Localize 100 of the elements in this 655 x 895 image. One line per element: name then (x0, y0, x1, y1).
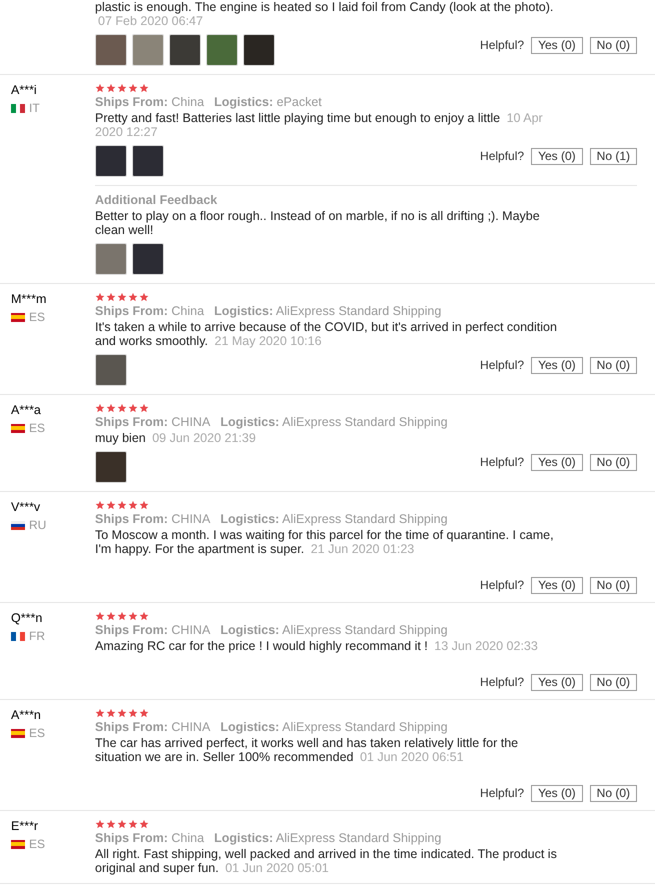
no-vote-button[interactable]: No (0) (590, 454, 637, 470)
star-icon (139, 292, 149, 302)
photo-placeholder[interactable] (95, 34, 127, 66)
photo-placeholder[interactable] (132, 145, 164, 177)
ships-from-text: Ships From: CHINA (95, 511, 210, 528)
star-icon (128, 611, 138, 621)
photo-placeholder[interactable] (169, 34, 201, 66)
star-icon (117, 819, 127, 829)
ships-from-text: Ships From: CHINA (95, 719, 210, 736)
star-icon (106, 500, 116, 510)
no-vote-button[interactable]: No (0) (590, 356, 637, 374)
star-icon (117, 611, 127, 621)
no-vote-button[interactable]: No (1) (590, 148, 637, 164)
reviewer-name: E***r (11, 818, 40, 834)
country-code: ES (29, 725, 46, 742)
star-icon (117, 708, 127, 718)
star-icon (95, 292, 105, 302)
logistics-text: Logistics: AliExpress Standard Shipping (220, 719, 448, 736)
flag-icon (11, 104, 25, 112)
no-vote-button[interactable]: No (0) (590, 36, 637, 54)
star-icon (128, 403, 138, 413)
reviewer-name: V***v (11, 499, 42, 515)
no-vote-button[interactable]: No (0) (590, 674, 637, 690)
ships-from-text: Ships From: China (95, 94, 204, 111)
helpful-label: Helpful? (480, 577, 524, 594)
star-icon (106, 708, 116, 718)
review-text: To Moscow a month. I was waiting for this parcel for the time of quarantine. I came, I'm happy. For the apartment is super. 21 Jun 2020 01:23 (95, 528, 555, 556)
star-icon (106, 611, 116, 621)
star-icon (139, 83, 149, 93)
flag-icon (11, 520, 25, 530)
star-icon (106, 819, 116, 829)
star-icon (106, 292, 116, 302)
logistics-text: Logistics: AliExpress Standard Shipping (220, 622, 448, 639)
review-text: The car has arrived perfect, it works well and has taken relatively little for the situation we are in. Seller 100% recommended 01 Jun 2020 06:51 (95, 736, 520, 764)
review-text: muy bien 09 Jun 2020 21:39 (95, 431, 257, 445)
country-code: FR (29, 628, 45, 645)
no-vote-button[interactable]: No (0) (590, 576, 637, 594)
country-code: ES (29, 836, 46, 853)
reviewer-name: A***i (11, 82, 38, 98)
logistics-text: Logistics: ePacket (214, 94, 322, 111)
review-text: Amazing RC car for the price ! I would highly recommand it ! 13 Jun 2020 02:33 (95, 639, 539, 653)
review-text: Pretty and fast! Batteries last little playing time but enough to enjoy a little 10 Apr 2020 12:27 (95, 111, 544, 139)
yes-vote-button[interactable]: Yes (0) (531, 674, 583, 690)
ships-from-text: Ships From: China (95, 830, 204, 847)
photo-placeholder[interactable] (95, 354, 127, 386)
review-text: plastic is enough. The engine is heated so I laid foil from Candy (look at the photo). 07 Feb 2020 06:47 (95, 0, 554, 28)
reviewer-name: A***n (11, 707, 42, 723)
additional-feedback-title: Additional Feedback (95, 192, 218, 209)
helpful-label: Helpful? (480, 674, 524, 691)
ships-from-text: Ships From: China (95, 303, 204, 320)
star-icon (95, 819, 105, 829)
logistics-text: Logistics: AliExpress Standard Shipping (214, 830, 442, 847)
photo-placeholder[interactable] (132, 243, 164, 275)
star-icon (95, 500, 105, 510)
photo-placeholder[interactable] (243, 34, 275, 66)
star-icon (117, 292, 127, 302)
review-text: All right. Fast shipping, well packed and arrived in the time indicated. The product is original and super fun. 01 Jun 2020 05:01 (95, 847, 558, 875)
helpful-label: Helpful? (480, 454, 524, 471)
reviewer-name: Q***n (11, 610, 44, 626)
star-icon (128, 819, 138, 829)
helpful-label: Helpful? (480, 148, 524, 165)
star-icon (139, 403, 149, 413)
helpful-label: Helpful? (480, 357, 524, 374)
star-icon (106, 403, 116, 413)
flag-icon (11, 312, 25, 322)
star-icon (128, 292, 138, 302)
flag-icon (11, 840, 25, 848)
no-vote-button[interactable]: No (0) (590, 784, 637, 802)
yes-vote-button[interactable]: Yes (0) (531, 148, 583, 164)
logistics-text: Logistics: AliExpress Standard Shipping (214, 303, 442, 320)
star-icon (95, 611, 105, 621)
flag-icon (11, 632, 25, 640)
yes-vote-button[interactable]: Yes (0) (531, 356, 583, 374)
yes-vote-button[interactable]: Yes (0) (531, 454, 583, 470)
star-icon (106, 83, 116, 93)
star-icon (117, 403, 127, 413)
star-icon (139, 611, 149, 621)
star-icon (95, 83, 105, 93)
yes-vote-button[interactable]: Yes (0) (531, 36, 583, 54)
reviewer-name: M***m (11, 291, 48, 307)
country-code: RU (29, 517, 46, 534)
reviewer-name: A***a (11, 402, 42, 418)
star-icon (128, 500, 138, 510)
helpful-label: Helpful? (480, 785, 524, 802)
flag-icon (11, 728, 25, 738)
photo-placeholder[interactable] (95, 451, 127, 483)
star-icon (128, 83, 138, 93)
additional-feedback-text: Better to play on a floor rough.. Instead of on marble, if no is all drifting ;). Maybe clean well! (95, 209, 541, 237)
star-icon (95, 708, 105, 718)
photo-placeholder[interactable] (95, 145, 127, 177)
ships-from-text: Ships From: CHINA (95, 414, 210, 431)
star-icon (128, 708, 138, 718)
star-icon (117, 500, 127, 510)
yes-vote-button[interactable]: Yes (0) (531, 576, 583, 594)
flag-icon (11, 424, 25, 432)
star-icon (139, 500, 149, 510)
star-icon (117, 83, 127, 93)
yes-vote-button[interactable]: Yes (0) (531, 784, 583, 802)
logistics-text: Logistics: AliExpress Standard Shipping (220, 511, 448, 528)
country-code: IT (29, 100, 40, 117)
